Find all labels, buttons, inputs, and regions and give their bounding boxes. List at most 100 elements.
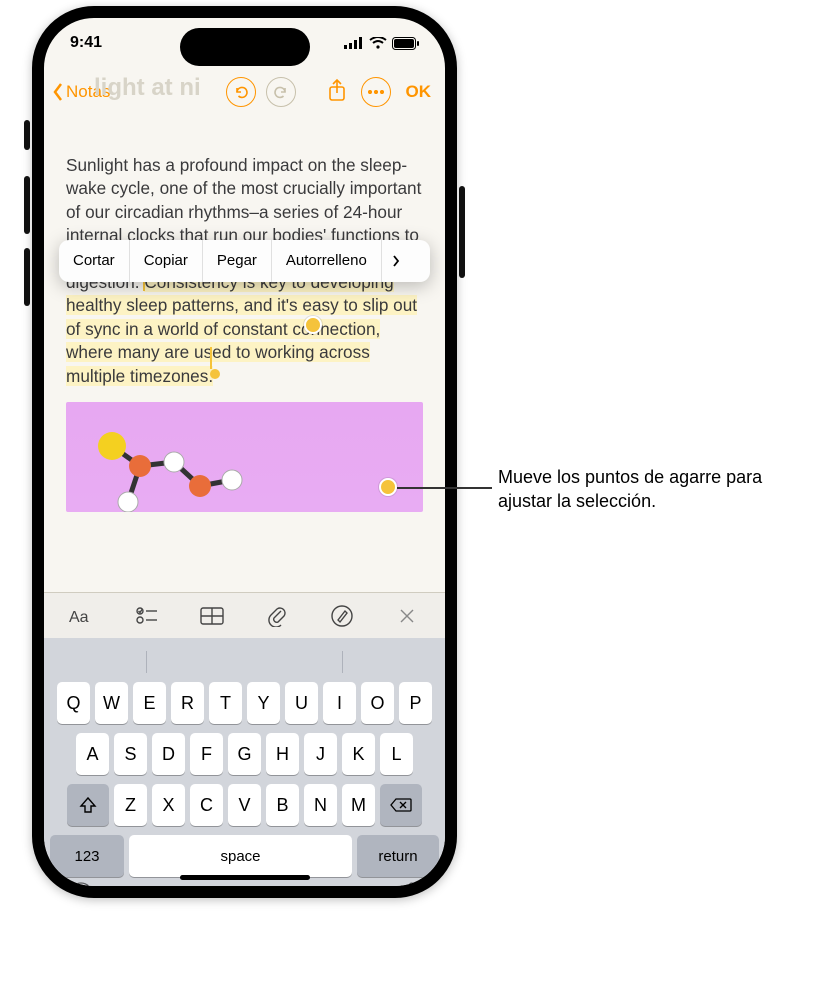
chevron-right-icon bbox=[392, 254, 400, 268]
suggestion-bar bbox=[48, 642, 441, 682]
note-image[interactable] bbox=[66, 402, 423, 512]
share-icon bbox=[327, 78, 347, 102]
dictation-button[interactable] bbox=[403, 881, 421, 898]
note-paragraph[interactable]: Sunlight has a profound impact on the sl… bbox=[66, 154, 423, 388]
iphone-frame: 9:41 light at ni Notas OK Sunlight bbox=[32, 6, 457, 898]
volume-switch bbox=[24, 120, 30, 150]
key-space[interactable]: space bbox=[129, 835, 352, 877]
text-format-button[interactable]: Aa bbox=[62, 596, 102, 636]
redo-button[interactable] bbox=[266, 77, 296, 107]
kb-footer bbox=[48, 877, 441, 898]
kb-row-1: Q W E R T Y U I O P bbox=[48, 682, 441, 724]
key-j[interactable]: J bbox=[304, 733, 337, 775]
checklist-icon bbox=[136, 607, 158, 625]
key-v[interactable]: V bbox=[228, 784, 261, 826]
redo-icon bbox=[273, 84, 289, 100]
key-x[interactable]: X bbox=[152, 784, 185, 826]
ctx-more-arrow[interactable] bbox=[382, 240, 410, 282]
done-button[interactable]: OK bbox=[406, 82, 432, 102]
selection-stick-end bbox=[210, 347, 212, 369]
callout-dot-end bbox=[379, 478, 397, 496]
key-e[interactable]: E bbox=[133, 682, 166, 724]
markup-icon bbox=[331, 605, 353, 627]
ctx-autofill[interactable]: Autorrelleno bbox=[272, 240, 382, 282]
key-n[interactable]: N bbox=[304, 784, 337, 826]
callout-text-grab: Mueve los puntos de agarre para ajustar … bbox=[498, 465, 798, 513]
molecule-graphic bbox=[76, 422, 246, 512]
suggestion-divider bbox=[342, 651, 343, 673]
key-b[interactable]: B bbox=[266, 784, 299, 826]
dynamic-island bbox=[180, 28, 310, 66]
nav-bar: light at ni Notas OK bbox=[44, 70, 445, 114]
mic-icon bbox=[403, 881, 421, 898]
keyboard: Q W E R T Y U I O P A S D F G H J K L Z … bbox=[44, 636, 445, 886]
key-l[interactable]: L bbox=[380, 733, 413, 775]
key-u[interactable]: U bbox=[285, 682, 318, 724]
key-m[interactable]: M bbox=[342, 784, 375, 826]
emoji-icon bbox=[68, 881, 94, 898]
key-w[interactable]: W bbox=[95, 682, 128, 724]
key-c[interactable]: C bbox=[190, 784, 223, 826]
ctx-copy[interactable]: Copiar bbox=[130, 240, 203, 282]
key-d[interactable]: D bbox=[152, 733, 185, 775]
table-button[interactable] bbox=[192, 596, 232, 636]
callout-line bbox=[397, 487, 492, 489]
key-z[interactable]: Z bbox=[114, 784, 147, 826]
paperclip-icon bbox=[267, 605, 287, 627]
note-content[interactable]: Sunlight has a profound impact on the sl… bbox=[44, 136, 445, 606]
attachment-button[interactable] bbox=[257, 596, 297, 636]
key-shift[interactable] bbox=[67, 784, 109, 826]
edit-context-menu: Cortar Copiar Pegar Autorrelleno bbox=[59, 240, 430, 282]
key-p[interactable]: P bbox=[399, 682, 432, 724]
key-y[interactable]: Y bbox=[247, 682, 280, 724]
key-r[interactable]: R bbox=[171, 682, 204, 724]
battery-icon bbox=[392, 37, 419, 50]
key-a[interactable]: A bbox=[76, 733, 109, 775]
power-button bbox=[459, 186, 465, 278]
key-i[interactable]: I bbox=[323, 682, 356, 724]
close-icon bbox=[398, 607, 416, 625]
key-return[interactable]: return bbox=[357, 835, 439, 877]
key-o[interactable]: O bbox=[361, 682, 394, 724]
volume-up-button bbox=[24, 176, 30, 234]
undo-icon bbox=[233, 84, 249, 100]
text-format-icon: Aa bbox=[69, 606, 95, 626]
kb-row-3: Z X C V B N M bbox=[48, 784, 441, 826]
backspace-icon bbox=[390, 797, 412, 813]
chevron-left-icon bbox=[52, 82, 64, 102]
kb-row-2: A S D F G H J K L bbox=[48, 733, 441, 775]
key-f[interactable]: F bbox=[190, 733, 223, 775]
key-q[interactable]: Q bbox=[57, 682, 90, 724]
wifi-icon bbox=[369, 37, 387, 49]
key-h[interactable]: H bbox=[266, 733, 299, 775]
home-indicator[interactable] bbox=[180, 875, 310, 880]
key-t[interactable]: T bbox=[209, 682, 242, 724]
undo-button[interactable] bbox=[226, 77, 256, 107]
format-toolbar: Aa bbox=[44, 592, 445, 638]
share-button[interactable] bbox=[323, 74, 351, 111]
ctx-paste[interactable]: Pegar bbox=[203, 240, 272, 282]
more-button[interactable] bbox=[361, 77, 391, 107]
shift-icon bbox=[79, 796, 97, 814]
cellular-icon bbox=[344, 37, 364, 49]
key-123[interactable]: 123 bbox=[50, 835, 124, 877]
volume-down-button bbox=[24, 248, 30, 306]
key-s[interactable]: S bbox=[114, 733, 147, 775]
selection-handle-end[interactable] bbox=[210, 369, 220, 379]
table-icon bbox=[200, 607, 224, 625]
markup-button[interactable] bbox=[322, 596, 362, 636]
close-toolbar-button[interactable] bbox=[387, 596, 427, 636]
key-k[interactable]: K bbox=[342, 733, 375, 775]
checklist-button[interactable] bbox=[127, 596, 167, 636]
ctx-cut[interactable]: Cortar bbox=[59, 240, 130, 282]
ellipsis-icon bbox=[368, 90, 384, 94]
key-g[interactable]: G bbox=[228, 733, 261, 775]
note-title-ghost: light at ni bbox=[94, 74, 201, 102]
key-backspace[interactable] bbox=[380, 784, 422, 826]
emoji-button[interactable] bbox=[68, 881, 94, 898]
suggestion-divider bbox=[146, 651, 147, 673]
status-time: 9:41 bbox=[70, 34, 102, 52]
kb-row-4: 123 space return bbox=[48, 835, 441, 877]
svg-text:Aa: Aa bbox=[69, 609, 89, 626]
callout-dot-start bbox=[304, 316, 322, 334]
